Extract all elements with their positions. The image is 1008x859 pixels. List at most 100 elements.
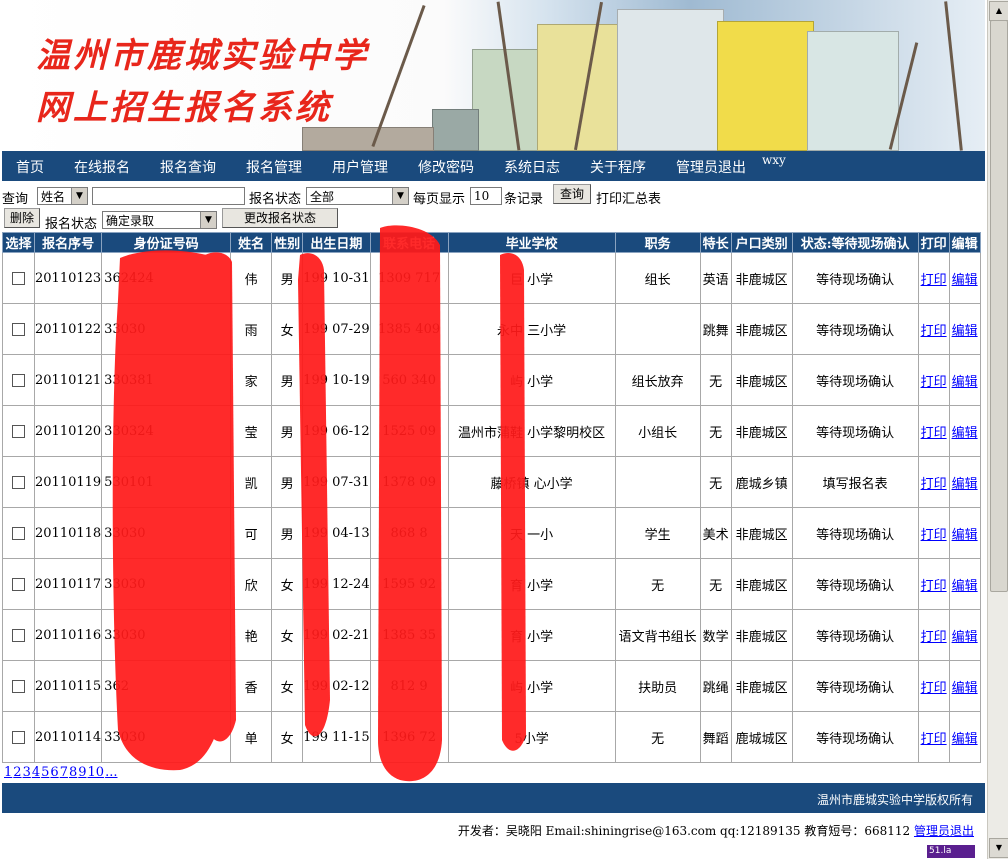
row-duty: 语文背书组长 [614,609,701,661]
edit-link[interactable]: 编辑 [952,426,978,441]
print-link[interactable]: 打印 [921,375,947,390]
print-link[interactable]: 打印 [921,528,947,543]
row-checkbox[interactable] [12,526,25,540]
row-id-number: 33030 [101,711,232,763]
row-id-number: 33030 [101,558,232,610]
print-link[interactable]: 打印 [921,681,947,696]
nav-home[interactable]: 首页 [16,157,44,177]
edit-link[interactable]: 编辑 [952,681,978,696]
nav-system-log[interactable]: 系统日志 [504,157,560,177]
row-checkbox[interactable] [12,271,25,285]
page-link[interactable]: 1 [4,765,12,780]
row-checkbox[interactable] [12,424,25,438]
print-link[interactable]: 打印 [921,324,947,339]
edit-link[interactable]: 编辑 [952,477,978,492]
row-seq: 20110114 [33,711,103,763]
nav-signup-query[interactable]: 报名查询 [160,157,216,177]
delete-button[interactable]: 删除 [4,208,40,228]
row-checkbox[interactable] [12,679,25,693]
page-link[interactable]: 9 [78,765,86,780]
row-name: 凯 [230,456,273,508]
row-talent: 无 [699,456,732,508]
nav-signup-manage[interactable]: 报名管理 [246,157,302,177]
query-button[interactable]: 查询 [553,184,591,204]
page-link[interactable]: 5 [41,765,49,780]
row-talent: 舞蹈 [699,711,732,763]
row-checkbox[interactable] [12,628,25,642]
print-link[interactable]: 打印 [921,579,947,594]
row-checkbox[interactable] [12,322,25,336]
change-status-button[interactable]: 更改报名状态 [222,208,338,228]
page-link[interactable]: 2 [13,765,21,780]
per-page-prefix: 每页显示 [413,192,466,207]
scroll-up-icon[interactable]: ▲ [989,1,1008,21]
row-checkbox[interactable] [12,373,25,387]
row-school: 永中 三小学 [447,303,616,355]
row-school: 天 一小 [447,507,616,559]
scroll-down-icon[interactable]: ▼ [989,838,1008,858]
col-header: 户口类别 [730,232,793,253]
edit-link[interactable]: 编辑 [952,528,978,543]
row-hukou: 非鹿城区 [730,660,793,712]
row-id-number: 330324 [101,405,232,457]
table-row: 20110123 362424 伟男 199 10-31 1309 717 巨 小学 组长英… [2,252,981,304]
row-status: 等待现场确认 [791,660,919,712]
row-select-cell [2,354,35,406]
row-checkbox[interactable] [12,577,25,591]
print-link[interactable]: 打印 [921,630,947,645]
row-checkbox[interactable] [12,475,25,489]
print-link[interactable]: 打印 [921,273,947,288]
query-field-select[interactable]: 姓名 ▼ [37,187,88,205]
row-school: 屿 小学 [447,660,616,712]
row-name: 莹 [230,405,273,457]
row-id-number: 33030 [101,609,232,661]
row-duty [614,303,701,355]
edit-link[interactable]: 编辑 [952,375,978,390]
batch-status-select[interactable]: 确定录取 ▼ [102,211,217,229]
row-name: 雨 [230,303,273,355]
vertical-scrollbar[interactable]: ▲ ▼ [987,0,1008,859]
print-link[interactable]: 打印 [921,426,947,441]
row-checkbox[interactable] [12,730,25,744]
page-link[interactable]: 8 [69,765,77,780]
nav-admin-logout[interactable]: 管理员退出 [676,157,746,177]
scrollbar-thumb[interactable] [990,20,1008,592]
row-talent: 跳绳 [699,660,732,712]
row-name: 单 [230,711,273,763]
page-link[interactable]: ... [105,765,117,780]
per-page-input[interactable]: 10 [470,187,502,205]
row-talent: 无 [699,354,732,406]
row-id-number: 530101 [101,456,232,508]
batch-status-value: 确定录取 [106,214,155,228]
row-birth-date: 199 02-12 [302,660,371,712]
nav-online-signup[interactable]: 在线报名 [74,157,130,177]
footer-admin-logout-link[interactable]: 管理员退出 [914,824,974,838]
stats-badge[interactable]: 51.la [927,845,975,858]
nav-about[interactable]: 关于程序 [590,157,646,177]
page-link[interactable]: 3 [23,765,31,780]
row-school: 5小学 [447,711,616,763]
row-hukou: 非鹿城区 [730,252,793,304]
edit-link[interactable]: 编辑 [952,324,978,339]
page-link[interactable]: 7 [60,765,68,780]
print-link[interactable]: 打印 [921,477,947,492]
row-status: 等待现场确认 [791,405,919,457]
row-hukou: 鹿城城区 [730,711,793,763]
print-summary-link[interactable]: 打印汇总表 [596,188,661,207]
row-edit-link: 编辑 [948,456,981,508]
row-print-link: 打印 [917,558,950,610]
print-link[interactable]: 打印 [921,732,947,747]
search-input[interactable] [92,187,245,205]
page-link[interactable]: 6 [50,765,58,780]
status-filter-select[interactable]: 全部 ▼ [306,187,409,205]
page-link[interactable]: 10 [88,765,105,780]
nav-change-password[interactable]: 修改密码 [418,157,474,177]
row-school: 育 小学 [447,609,616,661]
page-link[interactable]: 4 [32,765,40,780]
edit-link[interactable]: 编辑 [952,732,978,747]
edit-link[interactable]: 编辑 [952,630,978,645]
nav-user-manage[interactable]: 用户管理 [332,157,388,177]
edit-link[interactable]: 编辑 [952,579,978,594]
chevron-down-icon: ▼ [71,188,87,204]
edit-link[interactable]: 编辑 [952,273,978,288]
